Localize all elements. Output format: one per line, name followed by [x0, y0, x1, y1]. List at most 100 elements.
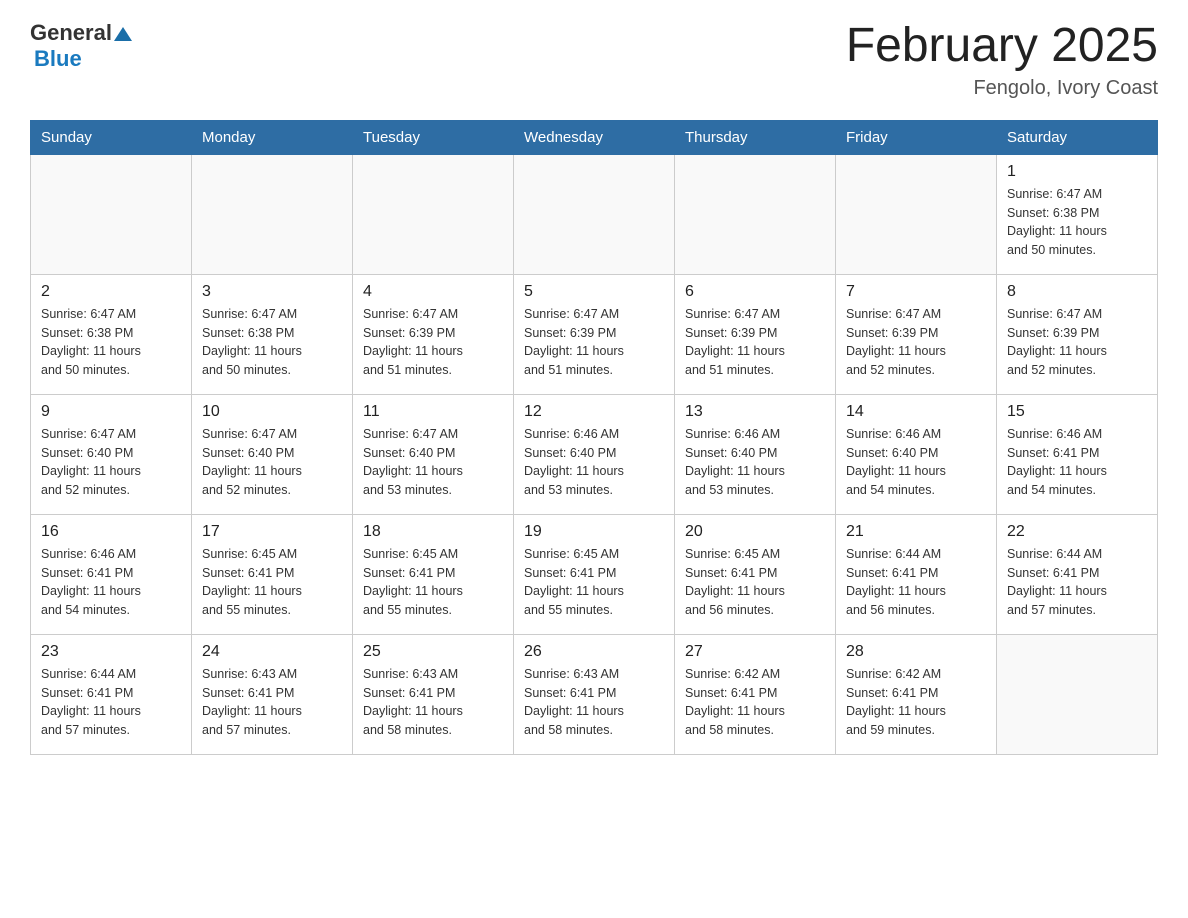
- calendar-cell: [192, 154, 353, 274]
- calendar-cell: [514, 154, 675, 274]
- calendar-cell: 11 Sunrise: 6:47 AM Sunset: 6:40 PM Dayli…: [353, 394, 514, 514]
- day-number: 21: [846, 523, 986, 541]
- day-number: 28: [846, 643, 986, 661]
- calendar-cell: 1 Sunrise: 6:47 AM Sunset: 6:38 PM Daylig…: [997, 154, 1158, 274]
- weekday-header: Friday: [836, 120, 997, 154]
- calendar-cell: [675, 154, 836, 274]
- calendar-table: SundayMondayTuesdayWednesdayThursdayFrid…: [30, 120, 1158, 755]
- day-number: 18: [363, 523, 503, 541]
- day-info: Sunrise: 6:43 AM Sunset: 6:41 PM Dayligh…: [363, 665, 503, 740]
- calendar-cell: 20 Sunrise: 6:45 AM Sunset: 6:41 PM Dayli…: [675, 514, 836, 634]
- weekday-header: Sunday: [31, 120, 192, 154]
- calendar-cell: 2 Sunrise: 6:47 AM Sunset: 6:38 PM Daylig…: [31, 274, 192, 394]
- calendar-week-row: 16 Sunrise: 6:46 AM Sunset: 6:41 PM Dayli…: [31, 514, 1158, 634]
- day-info: Sunrise: 6:47 AM Sunset: 6:40 PM Dayligh…: [363, 425, 503, 500]
- calendar-cell: 5 Sunrise: 6:47 AM Sunset: 6:39 PM Daylig…: [514, 274, 675, 394]
- day-info: Sunrise: 6:42 AM Sunset: 6:41 PM Dayligh…: [685, 665, 825, 740]
- day-number: 5: [524, 283, 664, 301]
- calendar-cell: 6Sunrise: 6:47 AM Sunset: 6:39 PM Daylig…: [675, 274, 836, 394]
- calendar-cell: [31, 154, 192, 274]
- weekday-header: Saturday: [997, 120, 1158, 154]
- calendar-week-row: 2 Sunrise: 6:47 AM Sunset: 6:38 PM Daylig…: [31, 274, 1158, 394]
- calendar-cell: 21 Sunrise: 6:44 AM Sunset: 6:41 PM Dayli…: [836, 514, 997, 634]
- calendar-cell: [997, 634, 1158, 754]
- calendar-subtitle: Fengolo, Ivory Coast: [846, 77, 1158, 100]
- day-number: 17: [202, 523, 342, 541]
- calendar-cell: [836, 154, 997, 274]
- day-info: Sunrise: 6:47 AM Sunset: 6:39 PM Dayligh…: [846, 305, 986, 380]
- day-info: Sunrise: 6:45 AM Sunset: 6:41 PM Dayligh…: [363, 545, 503, 620]
- day-number: 3: [202, 283, 342, 301]
- day-number: 20: [685, 523, 825, 541]
- calendar-cell: 10 Sunrise: 6:47 AM Sunset: 6:40 PM Dayli…: [192, 394, 353, 514]
- calendar-cell: 23 Sunrise: 6:44 AM Sunset: 6:41 PM Dayli…: [31, 634, 192, 754]
- calendar-cell: 17 Sunrise: 6:45 AM Sunset: 6:41 PM Dayli…: [192, 514, 353, 634]
- calendar-cell: 15 Sunrise: 6:46 AM Sunset: 6:41 PM Dayli…: [997, 394, 1158, 514]
- calendar-cell: 4 Sunrise: 6:47 AM Sunset: 6:39 PM Daylig…: [353, 274, 514, 394]
- day-number: 2: [41, 283, 181, 301]
- calendar-cell: 28 Sunrise: 6:42 AM Sunset: 6:41 PM Dayli…: [836, 634, 997, 754]
- day-info: Sunrise: 6:46 AM Sunset: 6:40 PM Dayligh…: [524, 425, 664, 500]
- day-info: Sunrise: 6:43 AM Sunset: 6:41 PM Dayligh…: [524, 665, 664, 740]
- day-info: Sunrise: 6:47 AM Sunset: 6:39 PM Dayligh…: [685, 305, 825, 380]
- calendar-cell: 18 Sunrise: 6:45 AM Sunset: 6:41 PM Dayli…: [353, 514, 514, 634]
- calendar-cell: 8 Sunrise: 6:47 AM Sunset: 6:39 PM Daylig…: [997, 274, 1158, 394]
- calendar-cell: 13 Sunrise: 6:46 AM Sunset: 6:40 PM Dayli…: [675, 394, 836, 514]
- page-header: General Blue February 2025 Fengolo, Ivor…: [30, 20, 1158, 100]
- calendar-cell: 9Sunrise: 6:47 AM Sunset: 6:40 PM Daylig…: [31, 394, 192, 514]
- calendar-week-row: 9Sunrise: 6:47 AM Sunset: 6:40 PM Daylig…: [31, 394, 1158, 514]
- day-info: Sunrise: 6:47 AM Sunset: 6:40 PM Dayligh…: [202, 425, 342, 500]
- day-info: Sunrise: 6:43 AM Sunset: 6:41 PM Dayligh…: [202, 665, 342, 740]
- logo: General Blue: [30, 20, 132, 72]
- logo-general-text: General: [30, 20, 112, 46]
- day-number: 19: [524, 523, 664, 541]
- day-info: Sunrise: 6:45 AM Sunset: 6:41 PM Dayligh…: [202, 545, 342, 620]
- calendar-cell: 26Sunrise: 6:43 AM Sunset: 6:41 PM Dayli…: [514, 634, 675, 754]
- day-number: 1: [1007, 163, 1147, 181]
- day-info: Sunrise: 6:46 AM Sunset: 6:41 PM Dayligh…: [41, 545, 181, 620]
- logo-blue-text: Blue: [34, 46, 82, 71]
- calendar-cell: 12 Sunrise: 6:46 AM Sunset: 6:40 PM Dayli…: [514, 394, 675, 514]
- day-number: 15: [1007, 403, 1147, 421]
- day-info: Sunrise: 6:45 AM Sunset: 6:41 PM Dayligh…: [685, 545, 825, 620]
- day-number: 16: [41, 523, 181, 541]
- day-number: 14: [846, 403, 986, 421]
- weekday-header: Monday: [192, 120, 353, 154]
- day-info: Sunrise: 6:44 AM Sunset: 6:41 PM Dayligh…: [41, 665, 181, 740]
- day-number: 11: [363, 403, 503, 421]
- day-info: Sunrise: 6:47 AM Sunset: 6:39 PM Dayligh…: [1007, 305, 1147, 380]
- day-info: Sunrise: 6:46 AM Sunset: 6:41 PM Dayligh…: [1007, 425, 1147, 500]
- calendar-cell: 27 Sunrise: 6:42 AM Sunset: 6:41 PM Dayli…: [675, 634, 836, 754]
- calendar-cell: 7Sunrise: 6:47 AM Sunset: 6:39 PM Daylig…: [836, 274, 997, 394]
- day-number: 25: [363, 643, 503, 661]
- day-info: Sunrise: 6:47 AM Sunset: 6:38 PM Dayligh…: [1007, 185, 1147, 260]
- day-info: Sunrise: 6:47 AM Sunset: 6:38 PM Dayligh…: [41, 305, 181, 380]
- calendar-cell: [353, 154, 514, 274]
- day-number: 24: [202, 643, 342, 661]
- day-number: 12: [524, 403, 664, 421]
- day-number: 23: [41, 643, 181, 661]
- day-number: 10: [202, 403, 342, 421]
- day-info: Sunrise: 6:46 AM Sunset: 6:40 PM Dayligh…: [685, 425, 825, 500]
- day-info: Sunrise: 6:47 AM Sunset: 6:39 PM Dayligh…: [524, 305, 664, 380]
- day-number: 13: [685, 403, 825, 421]
- calendar-cell: 16 Sunrise: 6:46 AM Sunset: 6:41 PM Dayli…: [31, 514, 192, 634]
- calendar-cell: 19Sunrise: 6:45 AM Sunset: 6:41 PM Dayli…: [514, 514, 675, 634]
- day-info: Sunrise: 6:47 AM Sunset: 6:38 PM Dayligh…: [202, 305, 342, 380]
- day-number: 8: [1007, 283, 1147, 301]
- day-info: Sunrise: 6:44 AM Sunset: 6:41 PM Dayligh…: [846, 545, 986, 620]
- calendar-cell: 22Sunrise: 6:44 AM Sunset: 6:41 PM Dayli…: [997, 514, 1158, 634]
- logo-triangle-icon: [114, 25, 132, 43]
- day-info: Sunrise: 6:42 AM Sunset: 6:41 PM Dayligh…: [846, 665, 986, 740]
- day-number: 27: [685, 643, 825, 661]
- day-info: Sunrise: 6:44 AM Sunset: 6:41 PM Dayligh…: [1007, 545, 1147, 620]
- calendar-cell: 25 Sunrise: 6:43 AM Sunset: 6:41 PM Dayli…: [353, 634, 514, 754]
- day-info: Sunrise: 6:46 AM Sunset: 6:40 PM Dayligh…: [846, 425, 986, 500]
- day-number: 4: [363, 283, 503, 301]
- calendar-cell: 3 Sunrise: 6:47 AM Sunset: 6:38 PM Daylig…: [192, 274, 353, 394]
- calendar-week-row: 1 Sunrise: 6:47 AM Sunset: 6:38 PM Daylig…: [31, 154, 1158, 274]
- calendar-week-row: 23 Sunrise: 6:44 AM Sunset: 6:41 PM Dayli…: [31, 634, 1158, 754]
- day-info: Sunrise: 6:47 AM Sunset: 6:39 PM Dayligh…: [363, 305, 503, 380]
- title-block: February 2025 Fengolo, Ivory Coast: [846, 20, 1158, 100]
- weekday-header: Tuesday: [353, 120, 514, 154]
